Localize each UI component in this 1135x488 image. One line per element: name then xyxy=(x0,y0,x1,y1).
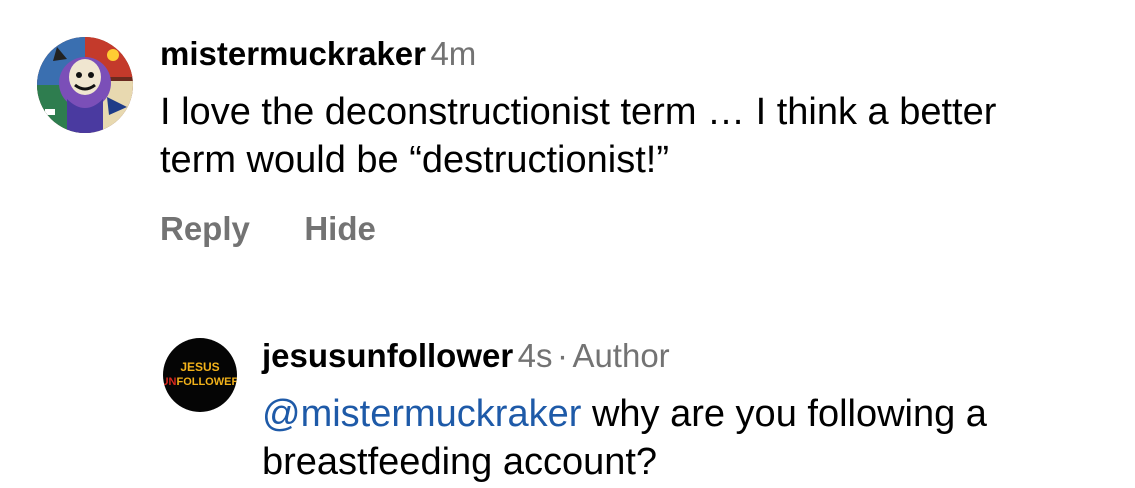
comment-username[interactable]: mistermuckraker xyxy=(160,35,426,72)
avatar[interactable] xyxy=(37,37,133,133)
comment-header: mistermuckraker 4m xyxy=(160,32,476,83)
illustrated-character-avatar-icon xyxy=(37,37,133,133)
jesus-unfollower-logo-icon: JESUS UNFOLLOWER xyxy=(163,360,237,388)
logo-line1: JESUS xyxy=(180,360,219,374)
reply-text: @mistermuckraker why are you following a… xyxy=(262,390,1122,486)
comment-actions: Reply Hide xyxy=(160,207,426,258)
reply-button[interactable]: Reply xyxy=(160,207,250,251)
mention-link[interactable]: @mistermuckraker xyxy=(262,393,581,435)
logo-line2: UNFOLLOWER xyxy=(163,376,237,388)
reply-timestamp: 4s xyxy=(517,337,553,374)
reply-header: jesusunfollower 4s · Author xyxy=(262,334,670,385)
separator-dot: · xyxy=(556,337,568,374)
logo-line2-rest: FOLLOWER xyxy=(176,376,237,388)
reply-username[interactable]: jesusunfollower xyxy=(262,337,513,374)
hide-button[interactable]: Hide xyxy=(304,207,376,251)
comment-text: I love the deconstructionist term … I th… xyxy=(160,91,997,181)
comment-timestamp: 4m xyxy=(430,35,477,72)
reply-avatar[interactable]: JESUS UNFOLLOWER xyxy=(163,338,237,412)
author-badge: Author xyxy=(572,337,670,374)
logo-line2-prefix: UN xyxy=(163,376,177,388)
